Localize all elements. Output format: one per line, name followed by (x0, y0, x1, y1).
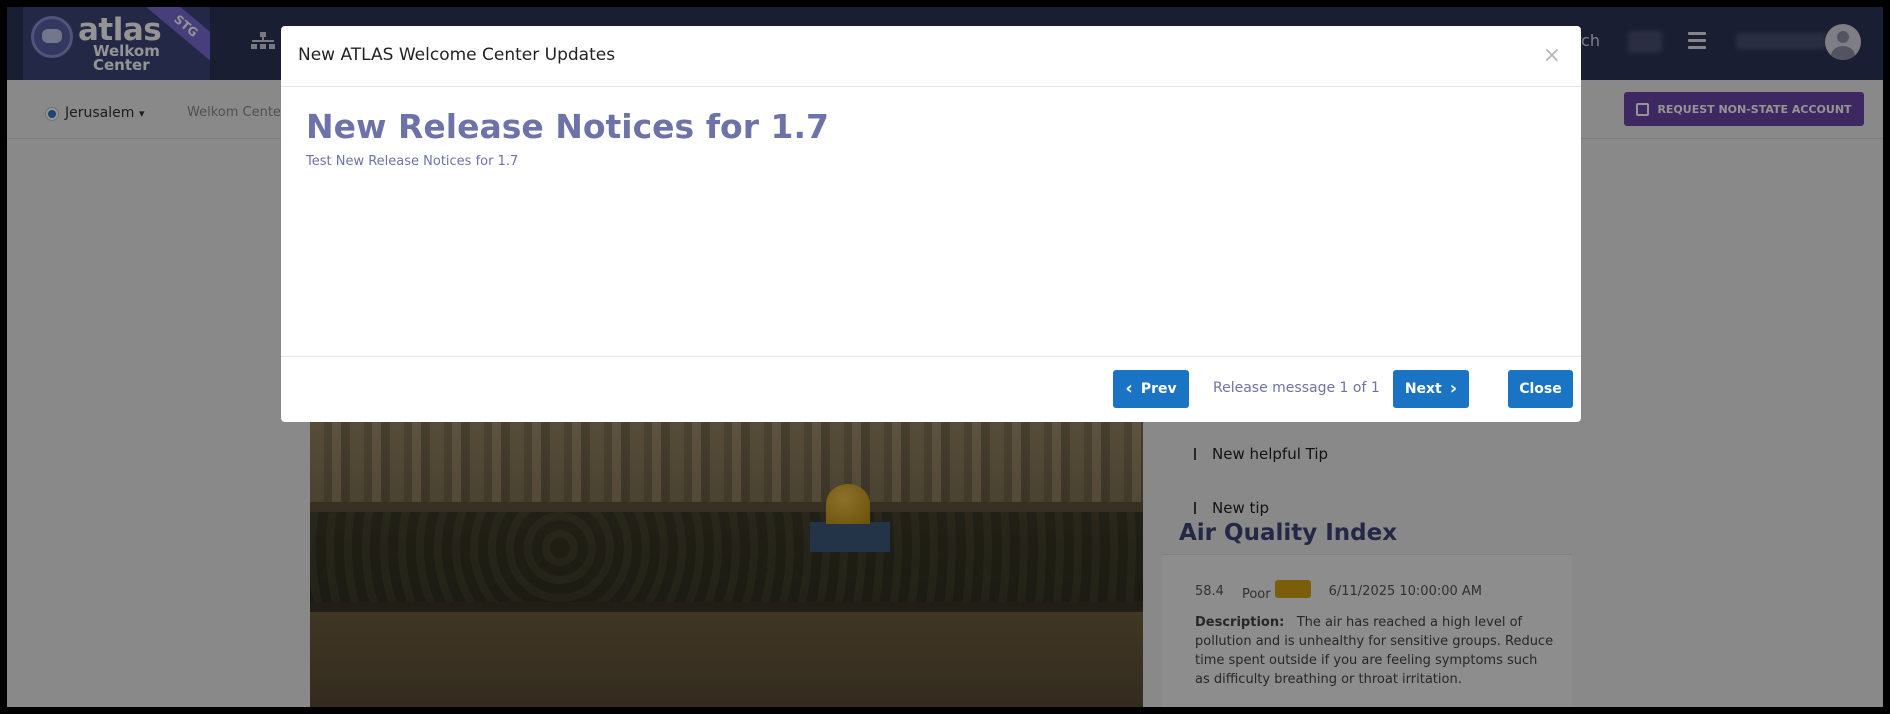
release-notes-modal: New ATLAS Welcome Center Updates × New R… (281, 26, 1581, 422)
release-subtext: Test New Release Notices for 1.7 (306, 154, 519, 169)
chevron-left-icon: ‹ (1125, 378, 1133, 399)
modal-header: New ATLAS Welcome Center Updates × (281, 26, 1581, 87)
prev-button[interactable]: ‹ Prev (1113, 370, 1189, 408)
modal-title: New ATLAS Welcome Center Updates (298, 45, 616, 65)
next-label: Next (1404, 381, 1442, 397)
prev-label: Prev (1140, 381, 1177, 397)
close-icon[interactable]: × (1543, 43, 1561, 68)
app-window: atlas Welkom Center STG arch Jerusalem ▾… (7, 7, 1883, 707)
next-button[interactable]: Next › (1393, 370, 1469, 408)
close-button[interactable]: Close (1508, 370, 1573, 408)
modal-body: New Release Notices for 1.7 Test New Rel… (281, 87, 1581, 357)
chevron-right-icon: › (1449, 378, 1458, 399)
release-heading: New Release Notices for 1.7 (306, 107, 829, 146)
modal-footer: ‹ Prev Release message 1 of 1 Next › Clo… (281, 357, 1581, 421)
release-counter: Release message 1 of 1 (1213, 380, 1380, 396)
